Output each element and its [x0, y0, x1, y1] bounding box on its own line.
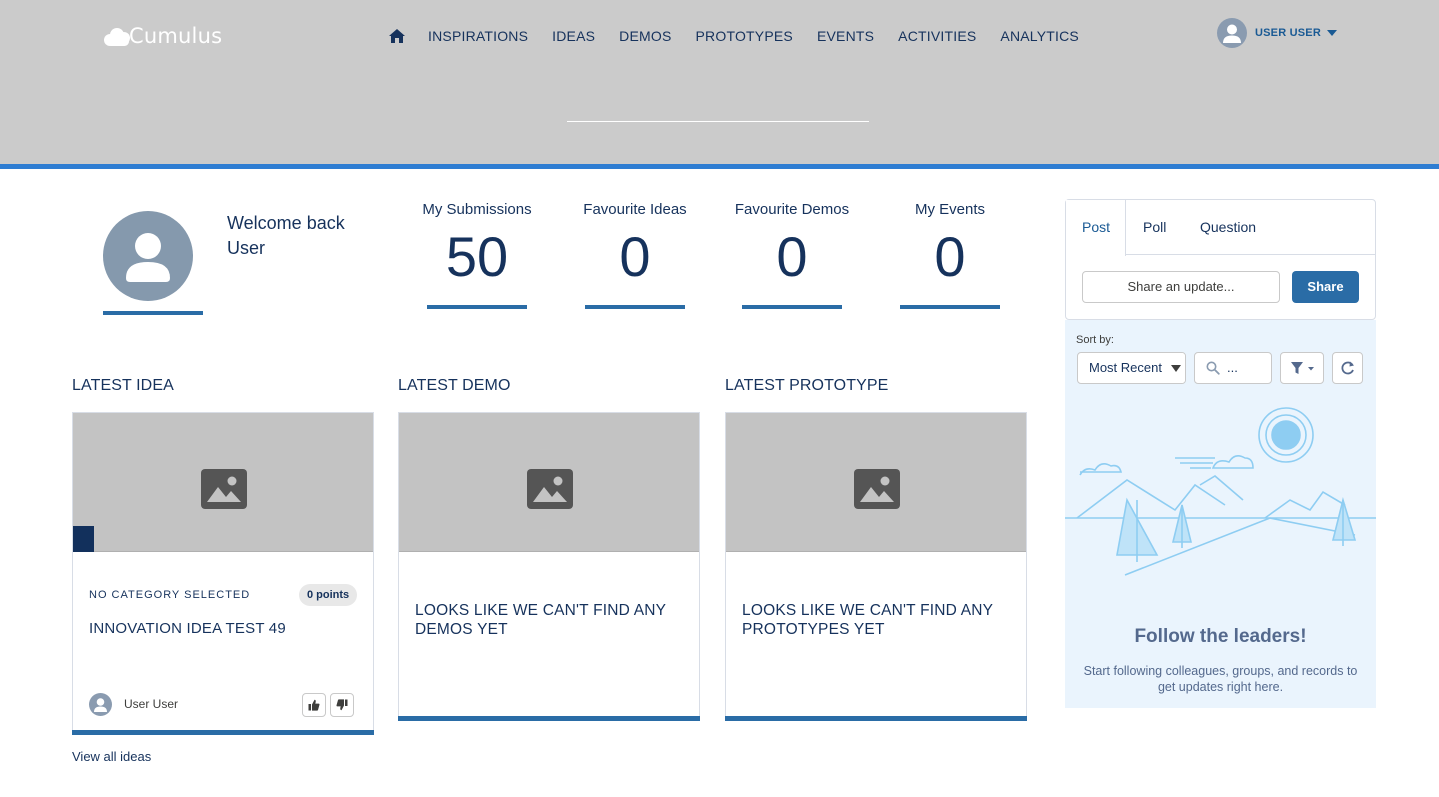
search-icon — [1206, 361, 1220, 375]
nav-events[interactable]: EVENTS — [817, 28, 874, 44]
user-menu[interactable]: USER USER — [1217, 18, 1337, 48]
stat-value: 0 — [619, 225, 651, 288]
latest-prototype-title: LATEST PROTOTYPE — [725, 377, 889, 394]
user-name: USER USER — [1255, 27, 1321, 39]
empty-feed-text: Start following colleagues, groups, and … — [1083, 664, 1358, 694]
card-accent-bar — [398, 716, 700, 721]
stat-value: 0 — [934, 225, 966, 288]
card-image — [399, 413, 699, 552]
stat-favourite-ideas[interactable]: Favourite Ideas 0 — [565, 200, 705, 309]
card-tag — [73, 526, 94, 552]
nav-analytics[interactable]: ANALYTICS — [1000, 28, 1079, 44]
stat-favourite-demos[interactable]: Favourite Demos 0 — [722, 200, 862, 309]
empty-feed-title: Follow the leaders! — [1134, 626, 1307, 647]
view-all-ideas-link[interactable]: View all ideas — [72, 749, 151, 764]
profile-underline — [103, 311, 203, 315]
prototype-card: LOOKS LIKE WE CAN'T FIND ANY PROTOTYPES … — [725, 412, 1027, 721]
profile-avatar — [103, 211, 193, 301]
chevron-down-icon — [1326, 30, 1337, 36]
home-icon[interactable] — [388, 27, 406, 45]
upvote-button[interactable] — [302, 693, 326, 717]
tab-post[interactable]: Post — [1066, 200, 1126, 256]
nav-inspirations[interactable]: INSPIRATIONS — [428, 28, 528, 44]
header-search-line[interactable] — [567, 121, 869, 122]
empty-prototypes-message: LOOKS LIKE WE CAN'T FIND ANY PROTOTYPES … — [742, 602, 993, 638]
cloud-icon — [104, 25, 132, 47]
chevron-down-icon — [1171, 365, 1181, 372]
nav-activities[interactable]: ACTIVITIES — [898, 28, 976, 44]
sort-select[interactable]: Most Recent Activity — [1077, 352, 1186, 384]
stat-label: My Events — [914, 201, 986, 218]
feed-search-input[interactable]: ... — [1194, 352, 1272, 384]
brand-name: Cumulus — [129, 24, 223, 48]
empty-demos-message: LOOKS LIKE WE CAN'T FIND ANY DEMOS YET — [415, 602, 666, 638]
demo-card: LOOKS LIKE WE CAN'T FIND ANY DEMOS YET — [398, 412, 700, 721]
stat-label: Favourite Ideas — [583, 201, 687, 218]
search-placeholder: ... — [1227, 360, 1238, 375]
publisher-tabs: Post Poll Question — [1066, 200, 1375, 256]
welcome-user: User — [227, 238, 266, 258]
share-update-input[interactable]: Share an update... — [1082, 271, 1280, 303]
image-placeholder-icon — [201, 469, 247, 509]
sort-label: Sort by: — [1076, 334, 1114, 346]
nav-demos[interactable]: DEMOS — [619, 28, 671, 44]
card-image — [73, 413, 373, 552]
card-author[interactable]: User User — [124, 697, 178, 711]
stat-my-submissions[interactable]: My Submissions 50 — [407, 200, 547, 309]
refresh-button[interactable] — [1332, 352, 1363, 384]
stat-value: 50 — [445, 225, 509, 288]
image-placeholder-icon — [527, 469, 573, 509]
latest-demo-title: LATEST DEMO — [398, 377, 511, 394]
filter-button[interactable] — [1280, 352, 1324, 384]
stat-underline — [742, 305, 842, 309]
filter-icon — [1291, 362, 1314, 374]
tab-question[interactable]: Question — [1200, 200, 1256, 255]
card-title[interactable]: INNOVATION IDEA TEST 49 — [89, 619, 286, 638]
welcome-line: Welcome back — [227, 213, 345, 233]
card-category: NO CATEGORY SELECTED — [89, 589, 251, 601]
empty-feed-illustration — [1065, 407, 1376, 576]
header-accent-bar — [0, 164, 1439, 169]
card-accent-bar — [725, 716, 1027, 721]
latest-idea-title: LATEST IDEA — [72, 377, 174, 394]
author-avatar-icon — [89, 693, 112, 716]
sort-caret-bg — [1163, 353, 1185, 383]
image-placeholder-icon — [854, 469, 900, 509]
stat-label: My Submissions — [422, 201, 532, 218]
nav-prototypes[interactable]: PROTOTYPES — [696, 28, 793, 44]
thumbs-down-icon — [336, 699, 348, 711]
site-header: Cumulus INSPIRATIONS IDEAS DEMOS PROTOTY… — [0, 0, 1439, 164]
stat-underline — [900, 305, 1000, 309]
cumulus-logo[interactable]: Cumulus — [104, 20, 222, 52]
main-nav: INSPIRATIONS IDEAS DEMOS PROTOTYPES EVEN… — [388, 24, 1103, 48]
stat-underline — [427, 305, 527, 309]
user-avatar-icon — [1217, 18, 1247, 48]
nav-ideas[interactable]: IDEAS — [552, 28, 595, 44]
downvote-button[interactable] — [330, 693, 354, 717]
feed-publisher: Post Poll Question Share an update... Sh… — [1065, 199, 1376, 320]
refresh-icon — [1341, 361, 1354, 375]
stat-label: Favourite Demos — [734, 201, 850, 218]
card-accent-bar — [72, 730, 374, 735]
welcome-message: Welcome back User — [227, 211, 367, 261]
tab-poll[interactable]: Poll — [1143, 200, 1166, 255]
stat-underline — [585, 305, 685, 309]
card-image — [726, 413, 1026, 552]
thumbs-up-icon — [308, 699, 320, 711]
idea-card[interactable]: NO CATEGORY SELECTED 0 points INNOVATION… — [72, 412, 374, 735]
stat-value: 0 — [776, 225, 808, 288]
points-badge: 0 points — [299, 584, 358, 606]
feed-panel: Sort by: Most Recent Activity ... — [1065, 320, 1376, 708]
share-button[interactable]: Share — [1292, 271, 1359, 303]
stat-my-events[interactable]: My Events 0 — [880, 200, 1020, 309]
